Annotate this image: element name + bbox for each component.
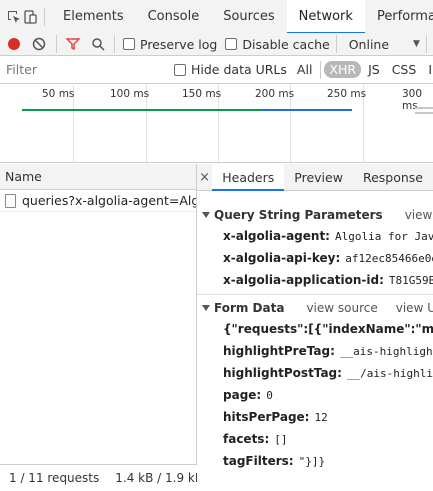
param-value: af12ec85466e0e85	[345, 251, 433, 265]
query-param-row: x-algolia-agent: Algolia for JavaSc	[197, 225, 433, 247]
param-value: __ais-highlight__	[339, 344, 433, 358]
param-value: T81G59BI39	[388, 273, 433, 287]
form-param-row: highlightPostTag: __/ais-highlight	[197, 362, 433, 384]
tab-headers[interactable]: Headers	[212, 164, 285, 191]
network-toolbar: Preserve log Disable cache Online ▼	[0, 33, 433, 56]
close-icon[interactable]: ×	[197, 170, 212, 185]
param-key: tagFilters:	[223, 454, 294, 468]
separator	[425, 35, 427, 53]
preserve-log-checkbox[interactable]	[123, 38, 135, 50]
clear-icon[interactable]	[29, 33, 50, 55]
timeline-overview[interactable]: 50 ms 100 ms 150 ms 200 ms 250 ms 300 ms	[0, 85, 433, 163]
view-source-link[interactable]: view sou	[405, 208, 433, 222]
tick-label: 200 ms	[255, 88, 295, 100]
column-header-name[interactable]: Name	[0, 164, 196, 190]
param-key: x-algolia-application-id:	[223, 273, 384, 287]
filter-input[interactable]	[3, 59, 162, 80]
hide-data-urls-checkbox[interactable]	[174, 63, 186, 76]
tick-label: 150 ms	[182, 88, 222, 100]
tick-label: 250 ms	[327, 88, 367, 100]
request-count: 1 / 11 requests	[9, 471, 100, 485]
detail-tabs: × Headers Preview Response	[197, 164, 433, 191]
tab-response[interactable]: Response	[353, 164, 433, 191]
form-param-row: page: 0	[197, 384, 433, 406]
param-key: facets:	[223, 432, 270, 446]
tab-preview[interactable]: Preview	[284, 164, 353, 191]
tab-console[interactable]: Console	[136, 0, 212, 33]
type-img-button[interactable]: Img	[423, 61, 433, 78]
inspect-element-icon[interactable]	[6, 6, 22, 28]
form-param-row: highlightPreTag: __ais-highlight__	[197, 340, 433, 362]
param-value: Algolia for JavaSc	[334, 229, 433, 243]
param-key: {"requests":[{"indexName":"my-note	[223, 322, 433, 336]
filter-bar: Hide data URLs All XHR JS CSS Img	[0, 56, 433, 84]
disable-cache-label: Disable cache	[242, 36, 330, 52]
param-key: x-algolia-api-key:	[223, 251, 341, 265]
param-key: highlightPreTag:	[223, 344, 335, 358]
throttling-select[interactable]: Online	[349, 37, 389, 52]
document-icon	[5, 193, 16, 208]
section-title: Query String Parameters	[214, 208, 383, 222]
param-key: hitsPerPage:	[223, 410, 310, 424]
param-value: __/ais-highlight	[346, 366, 433, 380]
form-param-row: facets: []	[197, 428, 433, 450]
divider	[197, 294, 433, 295]
section-title: Form Data	[214, 301, 285, 315]
param-key: x-algolia-agent:	[223, 229, 330, 243]
separator	[55, 35, 57, 53]
type-js-button[interactable]: JS	[363, 61, 385, 78]
hide-data-urls-label: Hide data URLs	[191, 62, 287, 77]
device-toolbar-icon[interactable]	[22, 6, 38, 28]
devtools-tabbar: Elements Console Sources Network Perform…	[0, 0, 433, 34]
form-param-row: tagFilters: "}]}	[197, 450, 433, 472]
param-value: 12	[314, 410, 328, 424]
separator	[114, 35, 115, 53]
request-detail-panel: × Headers Preview Response Query String …	[197, 164, 433, 491]
type-css-button[interactable]: CSS	[387, 61, 422, 78]
separator	[320, 60, 322, 79]
waterfall-other-bar	[415, 112, 433, 114]
waterfall-other-bar	[415, 107, 433, 109]
transfer-size: 1.4 kB / 1.9 kB t	[115, 471, 197, 485]
expand-triangle-icon[interactable]	[202, 212, 210, 218]
tick-label: 50 ms	[42, 88, 75, 100]
form-param-row: hitsPerPage: 12	[197, 406, 433, 428]
disable-cache-checkbox[interactable]	[225, 38, 238, 50]
param-key: highlightPostTag:	[223, 366, 342, 380]
record-icon[interactable]	[4, 33, 25, 55]
waterfall-waiting-bar	[22, 109, 262, 111]
param-key: page:	[223, 388, 262, 402]
request-name: queries?x-algolia-agent=Alg…	[22, 193, 196, 208]
query-param-row: x-algolia-application-id: T81G59BI39	[197, 269, 433, 291]
waterfall-download-bar	[262, 109, 352, 111]
type-xhr-button[interactable]: XHR	[324, 61, 362, 78]
tab-performance[interactable]: Performance	[365, 0, 433, 33]
chevron-down-icon[interactable]: ▼	[413, 39, 420, 49]
view-url-encoded-link[interactable]: view U	[396, 301, 433, 315]
request-list: Name queries?x-algolia-agent=Alg… 1 / 11…	[0, 164, 197, 491]
filter-icon[interactable]	[63, 33, 84, 55]
form-data-section-header[interactable]: Form Data view source view U	[197, 298, 433, 318]
query-param-row: x-algolia-api-key: af12ec85466e0e85	[197, 247, 433, 269]
param-value: []	[274, 432, 288, 446]
query-string-section-header[interactable]: Query String Parameters view sou	[197, 205, 433, 225]
separator	[335, 35, 337, 53]
status-bar: 1 / 11 requests 1.4 kB / 1.9 kB t	[0, 464, 197, 491]
tab-elements[interactable]: Elements	[51, 0, 136, 33]
param-value: 0	[266, 388, 273, 402]
param-value: "}]}	[298, 454, 326, 468]
search-icon[interactable]	[87, 33, 108, 55]
preserve-log-label: Preserve log	[140, 36, 218, 52]
tab-sources[interactable]: Sources	[211, 0, 286, 33]
view-source-link[interactable]: view source	[306, 301, 377, 315]
expand-triangle-icon[interactable]	[202, 305, 210, 311]
separator	[44, 7, 45, 26]
form-param-row: {"requests":[{"indexName":"my-note	[197, 318, 433, 340]
request-row[interactable]: queries?x-algolia-agent=Alg…	[0, 190, 196, 212]
type-all-button[interactable]: All	[292, 61, 318, 78]
tick-label: 100 ms	[110, 88, 150, 100]
tab-network[interactable]: Network	[286, 0, 365, 33]
